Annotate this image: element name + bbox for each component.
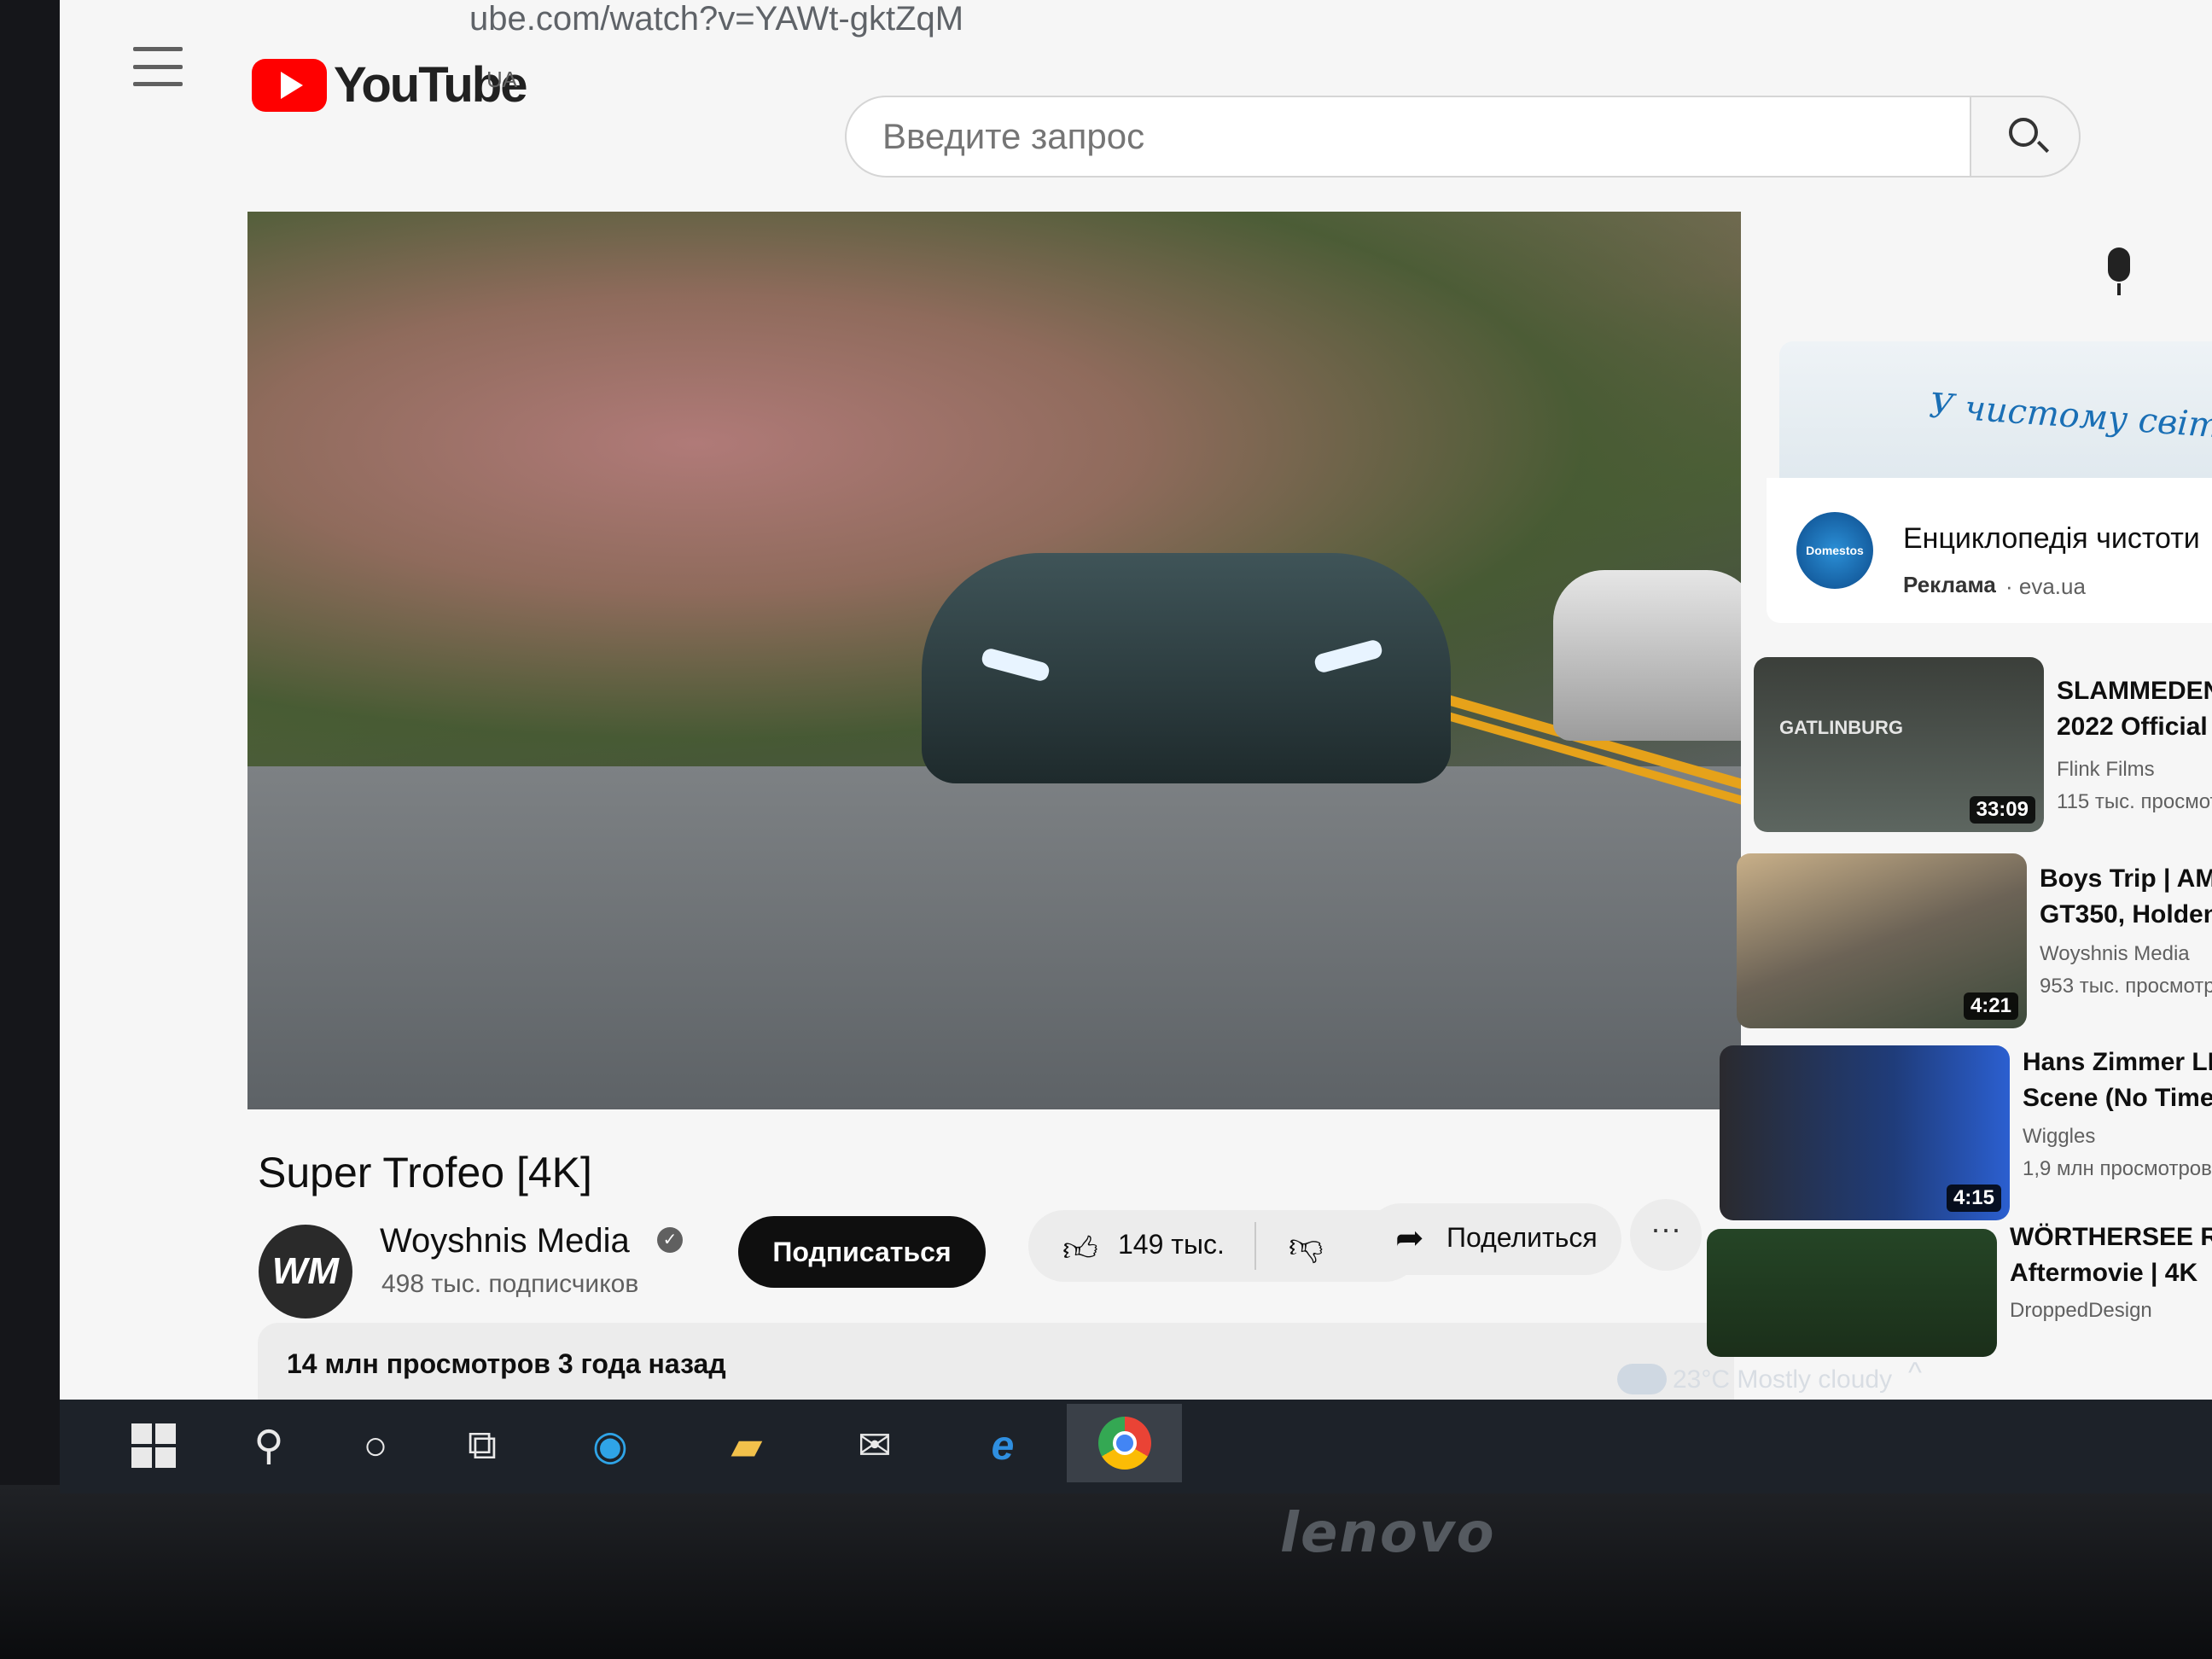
recommendation-title[interactable]: Hans Zimmer LIVE -	[2023, 1045, 2212, 1080]
recommendation-title-line2[interactable]: Aftermovie | 4K	[2010, 1256, 2197, 1290]
search-box[interactable]	[845, 96, 1971, 178]
region-code: UA	[486, 67, 518, 92]
cortana-icon[interactable]: ○	[346, 1418, 405, 1473]
cloud-weather-icon[interactable]	[1617, 1364, 1667, 1394]
recommendation-views: 115 тыс. просмотр	[2057, 790, 2212, 813]
video-frame-road	[247, 766, 1741, 1109]
subscriber-count: 498 тыс. подписчиков	[381, 1270, 639, 1298]
weather-widget[interactable]: 23°C Mostly cloudy	[1673, 1365, 1892, 1394]
channel-avatar[interactable]: WM	[259, 1225, 352, 1318]
recommendation-channel: Woyshnis Media	[2040, 942, 2190, 965]
mail-icon[interactable]: ✉	[845, 1418, 905, 1473]
file-explorer-icon[interactable]: ▰	[717, 1418, 777, 1473]
screen: ube.com/watch?v=YAWt-gktZqM YouTube UA S…	[60, 0, 2212, 1476]
recommendation-thumbnail[interactable]: 4:21	[1737, 853, 2027, 1028]
youtube-logo[interactable]: YouTube	[252, 56, 527, 114]
thumbs-down-icon[interactable]: 👎︎	[1289, 1225, 1324, 1266]
channel-name[interactable]: Woyshnis Media	[380, 1222, 630, 1260]
recommendation-channel: Wiggles	[2023, 1125, 2096, 1148]
like-divider	[1254, 1222, 1256, 1270]
tray-expand-caret-icon[interactable]: ^	[1908, 1357, 1922, 1390]
recommendation-title-line2[interactable]: 2022 Official Aft	[2057, 710, 2212, 744]
video-duration: 33:09	[1969, 796, 2035, 824]
recommendation-views: 953 тыс. просмотров	[2040, 975, 2212, 998]
recommendation-title[interactable]: Boys Trip | AMG G	[2040, 862, 2212, 896]
video-duration: 4:21	[1963, 992, 2018, 1020]
like-count[interactable]: 149 тыс.	[1118, 1229, 1225, 1260]
recommendation-thumbnail[interactable]: GATLINBURG 33:09	[1754, 657, 2044, 832]
thumbnail-overlay-text: GATLINBURG	[1779, 717, 1904, 738]
microphone-icon[interactable]	[2108, 247, 2130, 295]
search-icon	[2009, 118, 2038, 147]
youtube-play-icon	[252, 58, 327, 112]
ad-label: Реклама	[1903, 572, 1996, 597]
verified-check-icon: ✓	[657, 1227, 683, 1253]
recommendation-views: 1,9 млн просмотров · 1	[2023, 1157, 2212, 1180]
chrome-icon	[1098, 1417, 1151, 1470]
hamburger-menu-icon[interactable]	[133, 47, 183, 86]
recommendation-title[interactable]: SLAMMEDENUF	[2057, 674, 2212, 708]
video-title: Super Trofeo [4K]	[258, 1149, 592, 1196]
video-duration: 4:15	[1946, 1185, 2001, 1212]
recommendation-thumbnail[interactable]: 4:15	[1720, 1045, 2010, 1220]
thumbs-up-icon[interactable]: 👍︎	[1062, 1229, 1098, 1270]
video-frame-second-car	[1553, 570, 1741, 741]
ad-title[interactable]: Енциклопедія чистоти	[1903, 522, 2200, 556]
recommendation-title-line2[interactable]: GT350, Holden [4K	[2040, 898, 2212, 932]
internet-explorer-icon[interactable]: e	[973, 1418, 1033, 1473]
recommendation-channel: Flink Films	[2057, 758, 2155, 781]
share-label: Поделиться	[1447, 1222, 1598, 1253]
windows-start-icon[interactable]	[124, 1418, 183, 1473]
more-actions-button[interactable]: ···	[1630, 1199, 1702, 1271]
search-input[interactable]	[882, 116, 1821, 157]
lenovo-logo: lenovo	[1280, 1502, 1496, 1565]
address-bar-url[interactable]: ube.com/watch?v=YAWt-gktZqM	[469, 0, 963, 38]
share-arrow-icon: ➦	[1395, 1220, 1424, 1257]
laptop-keyboard-deck	[0, 1485, 2212, 1659]
search-button[interactable]	[1970, 96, 2081, 178]
ad-domain: · eva.ua	[2005, 573, 2086, 599]
task-view-icon[interactable]: ⧉	[452, 1418, 512, 1473]
search-icon[interactable]: ⚲	[239, 1418, 299, 1473]
subscribe-button[interactable]: Подписаться	[738, 1216, 986, 1288]
recommendation-title-line2[interactable]: Scene (No Time for C	[2023, 1081, 2212, 1115]
views-and-date: 14 млн просмотров 3 года назад	[287, 1348, 726, 1379]
video-player[interactable]	[247, 212, 1741, 1109]
recommendation-title[interactable]: WÖRTHERSEE RELOAD	[2010, 1220, 2212, 1254]
edge-icon[interactable]: ◉	[580, 1418, 640, 1473]
recommendation-channel: DroppedDesign	[2010, 1299, 2152, 1322]
recommendation-thumbnail[interactable]	[1707, 1229, 1997, 1357]
ad-brand-logo: Domestos	[1796, 512, 1873, 589]
